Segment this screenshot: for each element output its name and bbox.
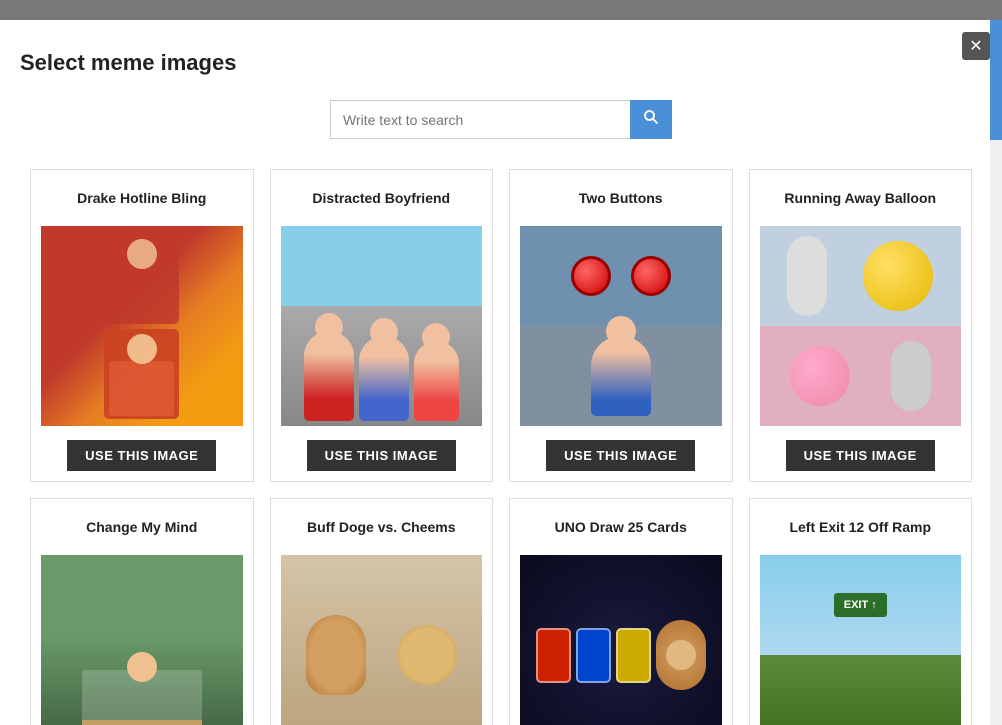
meme-card-title: Buff Doge vs. Cheems xyxy=(307,509,456,545)
meme-image-buff-doge-vs-cheems xyxy=(281,555,483,725)
meme-card-buff-doge-vs-cheems: Buff Doge vs. Cheems USE THIS IMAGE xyxy=(270,498,494,725)
meme-card-two-buttons: Two Buttons USE THIS IMAGE xyxy=(509,169,733,482)
meme-card-title: Distracted Boyfriend xyxy=(312,180,450,216)
meme-grid-row1: Drake Hotline Bling USE THIS IMAGE xyxy=(20,169,982,482)
meme-card-drake-hotline-bling: Drake Hotline Bling USE THIS IMAGE xyxy=(30,169,254,482)
meme-image-left-exit-12-off-ramp: EXIT ↑ xyxy=(760,555,962,725)
meme-card-title: Change My Mind xyxy=(86,509,197,545)
meme-card-change-my-mind: Change My Mind USE THIS IMAGE xyxy=(30,498,254,725)
meme-image-two-buttons xyxy=(520,226,722,426)
use-this-image-button-balloon[interactable]: USE THIS IMAGE xyxy=(786,440,935,471)
meme-card-title: Two Buttons xyxy=(579,180,663,216)
meme-image-drake-hotline-bling xyxy=(41,226,243,426)
meme-card-left-exit-12-off-ramp: Left Exit 12 Off Ramp EXIT ↑ USE THIS IM… xyxy=(749,498,973,725)
meme-card-uno-draw-25-cards: UNO Draw 25 Cards USE THIS IMAGE xyxy=(509,498,733,725)
meme-card-title: Drake Hotline Bling xyxy=(77,180,206,216)
use-this-image-button-two-buttons[interactable]: USE THIS IMAGE xyxy=(546,440,695,471)
meme-card-running-away-balloon: Running Away Balloon USE THIS IMAGE xyxy=(749,169,973,482)
search-button[interactable] xyxy=(630,100,672,139)
use-this-image-button-distracted[interactable]: USE THIS IMAGE xyxy=(307,440,456,471)
meme-image-uno-draw-25-cards xyxy=(520,555,722,725)
modal-title: Select meme images xyxy=(20,50,982,76)
meme-image-running-away-balloon xyxy=(760,226,962,426)
scrollbar-track xyxy=(990,20,1002,725)
meme-card-title: Running Away Balloon xyxy=(784,180,936,216)
modal: ✕ Select meme images Drake Hotline Bling xyxy=(0,20,1002,725)
use-this-image-button-drake[interactable]: USE THIS IMAGE xyxy=(67,440,216,471)
search-bar xyxy=(20,100,982,139)
meme-card-title: UNO Draw 25 Cards xyxy=(555,509,687,545)
meme-card-distracted-boyfriend: Distracted Boyfriend USE THIS IMAGE xyxy=(270,169,494,482)
meme-grid-row2: Change My Mind USE THIS IMAGE Buff Doge … xyxy=(20,498,982,725)
search-icon xyxy=(642,108,660,126)
scrollbar-thumb[interactable] xyxy=(990,20,1002,140)
search-input[interactable] xyxy=(330,100,630,139)
meme-image-distracted-boyfriend xyxy=(281,226,483,426)
modal-overlay: ✕ Select meme images Drake Hotline Bling xyxy=(0,0,1002,725)
road-sign: EXIT ↑ xyxy=(834,593,887,617)
meme-card-title: Left Exit 12 Off Ramp xyxy=(789,509,931,545)
close-button[interactable]: ✕ xyxy=(962,32,990,60)
meme-image-change-my-mind xyxy=(41,555,243,725)
